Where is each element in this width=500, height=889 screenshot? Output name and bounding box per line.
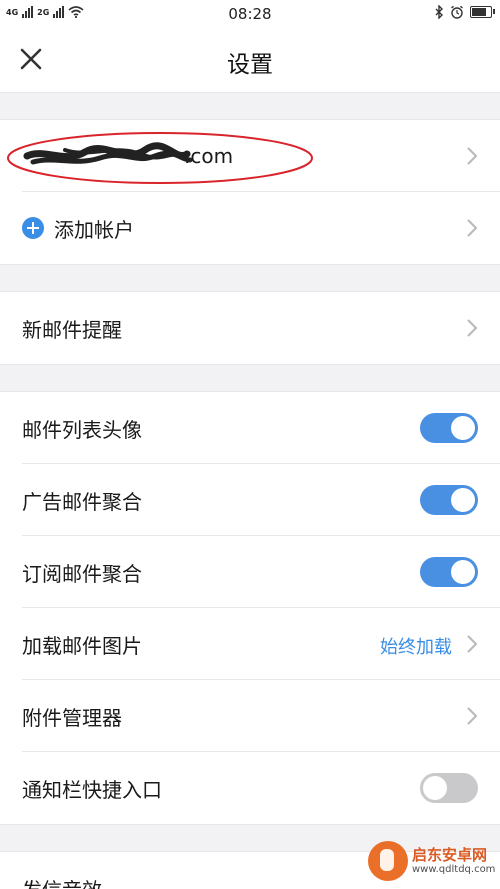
mail-list-avatar-label: 邮件列表头像 — [22, 418, 142, 442]
load-images-label: 加载邮件图片 — [22, 634, 142, 658]
section-divider — [0, 92, 500, 120]
attachment-manager-row[interactable]: 附件管理器 — [0, 680, 500, 752]
account-row[interactable]: .com — [0, 120, 500, 192]
subscription-mail-aggregation-label: 订阅邮件聚合 — [22, 562, 142, 586]
chevron-right-icon — [467, 635, 478, 653]
attachment-manager-label: 附件管理器 — [22, 706, 122, 730]
alarm-icon — [451, 5, 463, 19]
watermark-title: 启东安卓网 — [412, 846, 488, 865]
toggle-knob — [451, 416, 475, 440]
ad-mail-aggregation-label: 广告邮件聚合 — [22, 490, 142, 514]
account-email: .com — [24, 144, 233, 168]
status-time: 08:28 — [228, 5, 272, 23]
mail-list-avatar-toggle[interactable] — [420, 413, 478, 443]
toggle-knob — [423, 776, 447, 800]
add-account-label: 添加帐户 — [54, 218, 134, 242]
status-right — [434, 5, 495, 19]
notification-shortcut-toggle[interactable] — [420, 773, 478, 803]
chevron-right-icon — [467, 319, 478, 337]
chevron-right-icon — [467, 707, 478, 725]
bluetooth-icon — [435, 5, 443, 19]
load-images-row[interactable]: 加载邮件图片 始终加载 — [0, 608, 500, 680]
add-circle-icon — [22, 217, 44, 239]
battery-icon — [470, 6, 495, 18]
watermark-text: 启东安卓网 www.qdltdq.com — [412, 847, 495, 875]
subscription-mail-aggregation-row: 订阅邮件聚合 — [0, 536, 500, 608]
new-mail-alert-label: 新邮件提醒 — [22, 318, 122, 342]
notification-shortcut-row: 通知栏快捷入口 — [0, 752, 500, 824]
watermark-logo — [368, 841, 408, 881]
site-watermark: 启东安卓网 www.qdltdq.com — [368, 837, 496, 885]
mail-list-avatar-row: 邮件列表头像 — [0, 392, 500, 464]
ad-mail-aggregation-toggle[interactable] — [420, 485, 478, 515]
status-bar: 4G 2G 08:28 — [0, 0, 500, 28]
section-divider — [0, 264, 500, 292]
new-mail-alert-row[interactable]: 新邮件提醒 — [0, 292, 500, 364]
send-sound-label: 发信音效 — [22, 874, 102, 889]
subscription-mail-aggregation-toggle[interactable] — [420, 557, 478, 587]
watermark-url: www.qdltdq.com — [412, 863, 496, 875]
toggle-knob — [451, 488, 475, 512]
ad-mail-aggregation-row: 广告邮件聚合 — [0, 464, 500, 536]
page-title: 设置 — [227, 52, 273, 78]
load-images-value: 始终加载 — [380, 637, 452, 658]
notification-shortcut-label: 通知栏快捷入口 — [22, 778, 162, 802]
account-email-domain: .com — [184, 144, 234, 168]
section-divider — [0, 364, 500, 392]
chevron-right-icon — [467, 219, 478, 237]
settings-header: 设置 — [0, 28, 500, 92]
chevron-right-icon — [467, 147, 478, 165]
toggle-knob — [451, 560, 475, 584]
add-account-row[interactable]: 添加帐户 — [0, 192, 500, 264]
